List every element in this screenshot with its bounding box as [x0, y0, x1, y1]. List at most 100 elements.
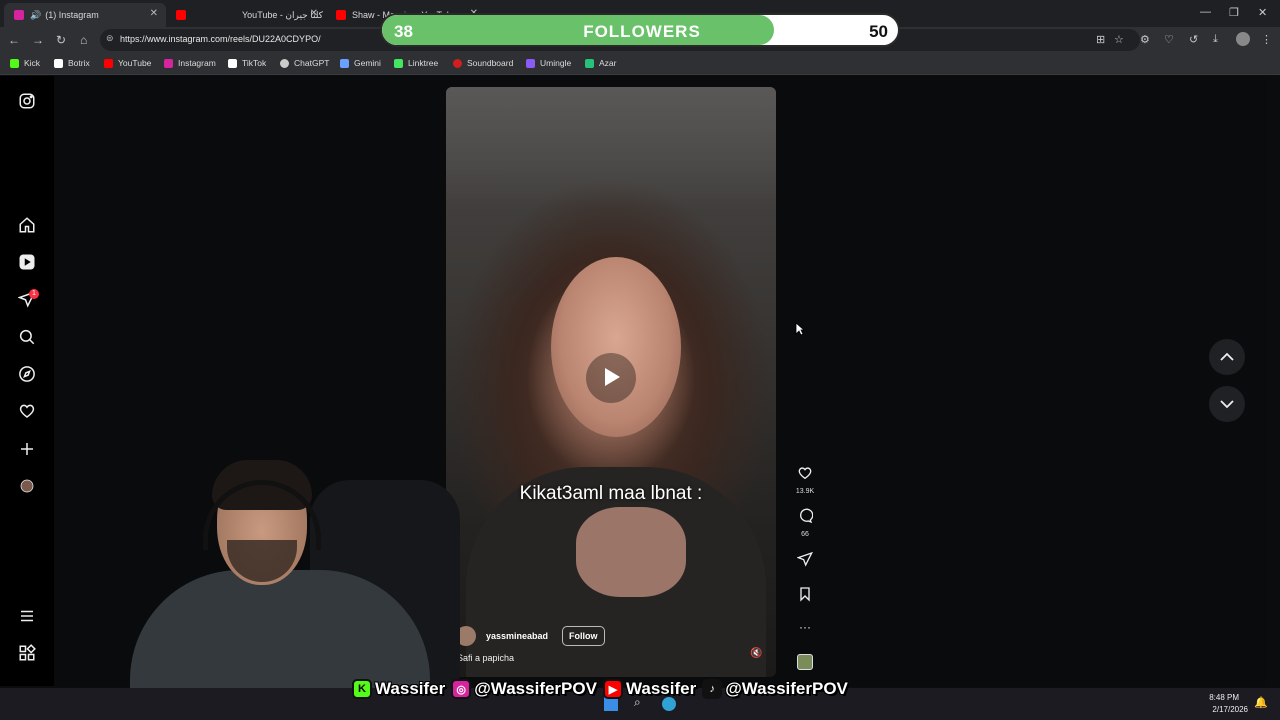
favorite-star-icon[interactable]: ☆: [1114, 33, 1124, 46]
bookmark-azar[interactable]: Azar: [585, 58, 616, 68]
bookmark-label: YouTube: [118, 58, 152, 68]
bookmark-label: Instagram: [178, 58, 216, 68]
create-icon[interactable]: [18, 440, 36, 458]
home-icon[interactable]: ⌂: [80, 33, 87, 47]
instagram-icon: ◎: [451, 679, 472, 699]
linktree-icon: [394, 58, 403, 68]
instagram-favicon-icon: [14, 10, 24, 20]
streamer-socials: K Wassifer ◎ @WassiferPOV ▶ Wassifer ♪ @…: [352, 676, 922, 702]
refresh-icon[interactable]: ↻: [56, 33, 66, 47]
author-username[interactable]: yassmineabad: [486, 631, 548, 641]
like-count: 13.9K: [795, 488, 815, 495]
tab-youtube-1[interactable]: YouTube - كلنا جيران ✕: [166, 3, 326, 27]
tab-instagram[interactable]: 🔊 (1) Instagram ✕: [4, 3, 166, 27]
tiktok-icon: [228, 58, 237, 68]
extensions-icon[interactable]: ⚙: [1140, 33, 1150, 46]
play-button[interactable]: [586, 353, 636, 403]
soundboard-icon: [453, 58, 462, 68]
more-options-icon[interactable]: ⋮: [1261, 33, 1272, 46]
youtube-favicon-icon: [176, 10, 186, 20]
reel-subject-hand: [576, 507, 686, 597]
bookmark-label: ChatGPT: [294, 58, 330, 68]
tab-label: (1) Instagram: [45, 10, 99, 20]
bookmark-youtube[interactable]: YouTube: [104, 58, 151, 68]
download-icon[interactable]: ⤓: [1213, 33, 1218, 46]
minimize-icon[interactable]: —: [1200, 6, 1211, 18]
social-youtube: ▶ Wassifer: [602, 679, 696, 699]
comment-button[interactable]: 66: [794, 508, 816, 538]
bookmark-label: Linktree: [408, 58, 439, 68]
follow-button[interactable]: Follow: [562, 626, 605, 646]
azar-icon: [585, 58, 594, 68]
kick-icon: [10, 58, 19, 68]
youtube-icon: [104, 58, 113, 68]
bookmark-botrix[interactable]: Botrix: [54, 58, 90, 68]
reel-description: Safi a papicha: [457, 653, 515, 663]
reel-subject-face: [551, 257, 681, 437]
kick-icon: K: [352, 679, 372, 699]
more-options-icon[interactable]: ···: [794, 620, 816, 634]
like-button[interactable]: 13.9K: [794, 465, 816, 495]
forward-icon[interactable]: →: [32, 33, 44, 47]
explore-icon[interactable]: [18, 365, 36, 383]
menu-icon[interactable]: [18, 607, 36, 625]
chevron-up-icon: [1220, 352, 1234, 361]
youtube-icon: ▶: [602, 679, 623, 699]
home-icon[interactable]: [18, 216, 36, 234]
save-button[interactable]: [794, 586, 816, 607]
close-tab-icon[interactable]: ✕: [150, 8, 158, 19]
bookmark-chatgpt[interactable]: ChatGPT: [280, 58, 329, 68]
reel-background: [446, 87, 776, 207]
search-icon[interactable]: [18, 328, 36, 346]
heart-icon[interactable]: [18, 402, 36, 420]
bookmark-kick[interactable]: Kick: [10, 58, 40, 68]
instagram-logo-icon[interactable]: [18, 92, 36, 110]
history-icon[interactable]: ↺: [1189, 33, 1198, 46]
notification-bell-icon[interactable]: 🔔: [1254, 696, 1268, 709]
previous-reel-button[interactable]: [1209, 339, 1245, 375]
back-icon[interactable]: ←: [8, 33, 20, 47]
site-info-icon[interactable]: ⊜: [106, 33, 114, 44]
profile-avatar[interactable]: [18, 477, 36, 495]
instagram-sidebar: [0, 76, 54, 686]
bookmark-soundboard[interactable]: Soundboard: [453, 58, 513, 68]
bookmark-umingle[interactable]: Umingle: [526, 58, 571, 68]
share-button[interactable]: [794, 551, 816, 572]
bookmark-label: Kick: [24, 58, 41, 68]
close-window-icon[interactable]: ✕: [1258, 6, 1267, 19]
social-handle: Wassifer: [375, 679, 446, 698]
play-icon: [605, 368, 620, 386]
followers-goal: 50: [869, 22, 888, 41]
reel-author: yassmineabad Follow: [456, 625, 605, 647]
mute-icon[interactable]: 🔇: [750, 648, 762, 659]
bookmark-tiktok[interactable]: TikTok: [228, 58, 266, 68]
comment-count: 66: [801, 531, 809, 538]
favorites-icon[interactable]: ♡: [1164, 33, 1174, 46]
chatgpt-icon: [280, 58, 289, 68]
audio-thumbnail[interactable]: [794, 654, 816, 670]
social-handle: @WassiferPOV: [474, 679, 597, 698]
followers-title: FOLLOWERS: [583, 22, 701, 41]
close-tab-icon[interactable]: ✕: [310, 8, 318, 19]
profile-avatar[interactable]: [1236, 32, 1250, 46]
next-reel-button[interactable]: [1209, 386, 1245, 422]
bookmark-linktree[interactable]: Linktree: [394, 58, 438, 68]
bookmark-gemini[interactable]: Gemini: [340, 58, 381, 68]
social-kick: K Wassifer: [352, 679, 445, 699]
bookmark-label: Soundboard: [467, 58, 514, 68]
bookmark-label: Gemini: [354, 58, 381, 68]
restore-icon[interactable]: ❐: [1229, 6, 1239, 19]
social-tiktok: ♪ @WassiferPOV: [702, 679, 848, 699]
reels-icon[interactable]: [18, 253, 36, 271]
followers-goal-bar: 38 FOLLOWERS 50: [380, 13, 900, 47]
tiktok-icon: ♪: [702, 679, 723, 699]
bookmark-label: TikTok: [242, 58, 267, 68]
instagram-icon: [164, 58, 173, 68]
reel-video[interactable]: Kikat3aml maa lbnat : yassmineabad Follo…: [446, 87, 776, 677]
streamer-webcam: [100, 440, 460, 690]
share-icon: [796, 551, 813, 567]
apps-icon[interactable]: [18, 644, 36, 662]
reader-icon[interactable]: ⊞: [1096, 33, 1105, 46]
bookmark-instagram[interactable]: Instagram: [164, 58, 216, 68]
bookmark-label: Umingle: [540, 58, 572, 68]
